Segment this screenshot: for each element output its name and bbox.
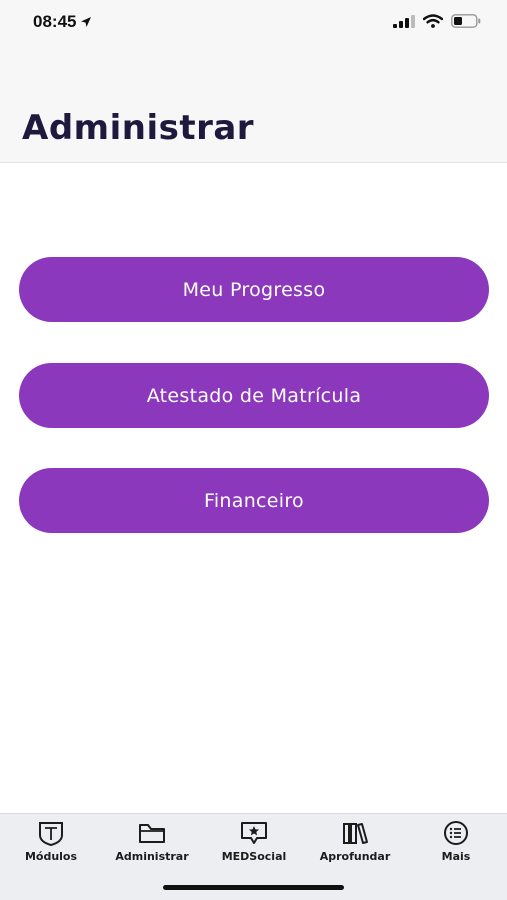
tab-aprofundar[interactable]: Aprofundar [310, 820, 400, 870]
status-bar: 08:45 [0, 0, 507, 46]
battery-icon [451, 14, 481, 28]
tab-modulos[interactable]: Módulos [6, 820, 96, 870]
tab-label: Módulos [24, 850, 78, 863]
status-time: 08:45 [33, 12, 77, 31]
books-icon [343, 823, 368, 844]
tab-label: Administrar [115, 850, 189, 863]
atestado-de-matricula-button[interactable]: Atestado de Matrícula [19, 363, 489, 428]
meu-progresso-button[interactable]: Meu Progresso [19, 257, 489, 322]
home-indicator[interactable] [163, 885, 344, 890]
chat-star-icon [241, 822, 267, 844]
list-circle-icon [444, 821, 468, 845]
status-icons [393, 14, 481, 28]
tab-label: MEDSocial [221, 850, 287, 863]
folder-icon [139, 824, 165, 843]
status-time-group: 08:45 [33, 12, 92, 32]
tab-label: Aprofundar [319, 850, 391, 863]
tab-mais[interactable]: Mais [411, 820, 501, 870]
tab-medsocial[interactable]: MEDSocial [209, 820, 299, 870]
financeiro-button[interactable]: Financeiro [19, 468, 489, 533]
screen: 08:45 Administrar Meu Progresso Atestado… [0, 0, 507, 900]
tab-administrar[interactable]: Administrar [107, 820, 197, 870]
page-title: Administrar [22, 108, 255, 148]
wifi-icon [423, 14, 443, 28]
cellular-signal-icon [393, 14, 415, 28]
shield-book-icon [39, 822, 63, 846]
location-arrow-icon [81, 17, 92, 27]
tab-label: Mais [441, 850, 471, 863]
navigation-header: Administrar [0, 46, 507, 163]
